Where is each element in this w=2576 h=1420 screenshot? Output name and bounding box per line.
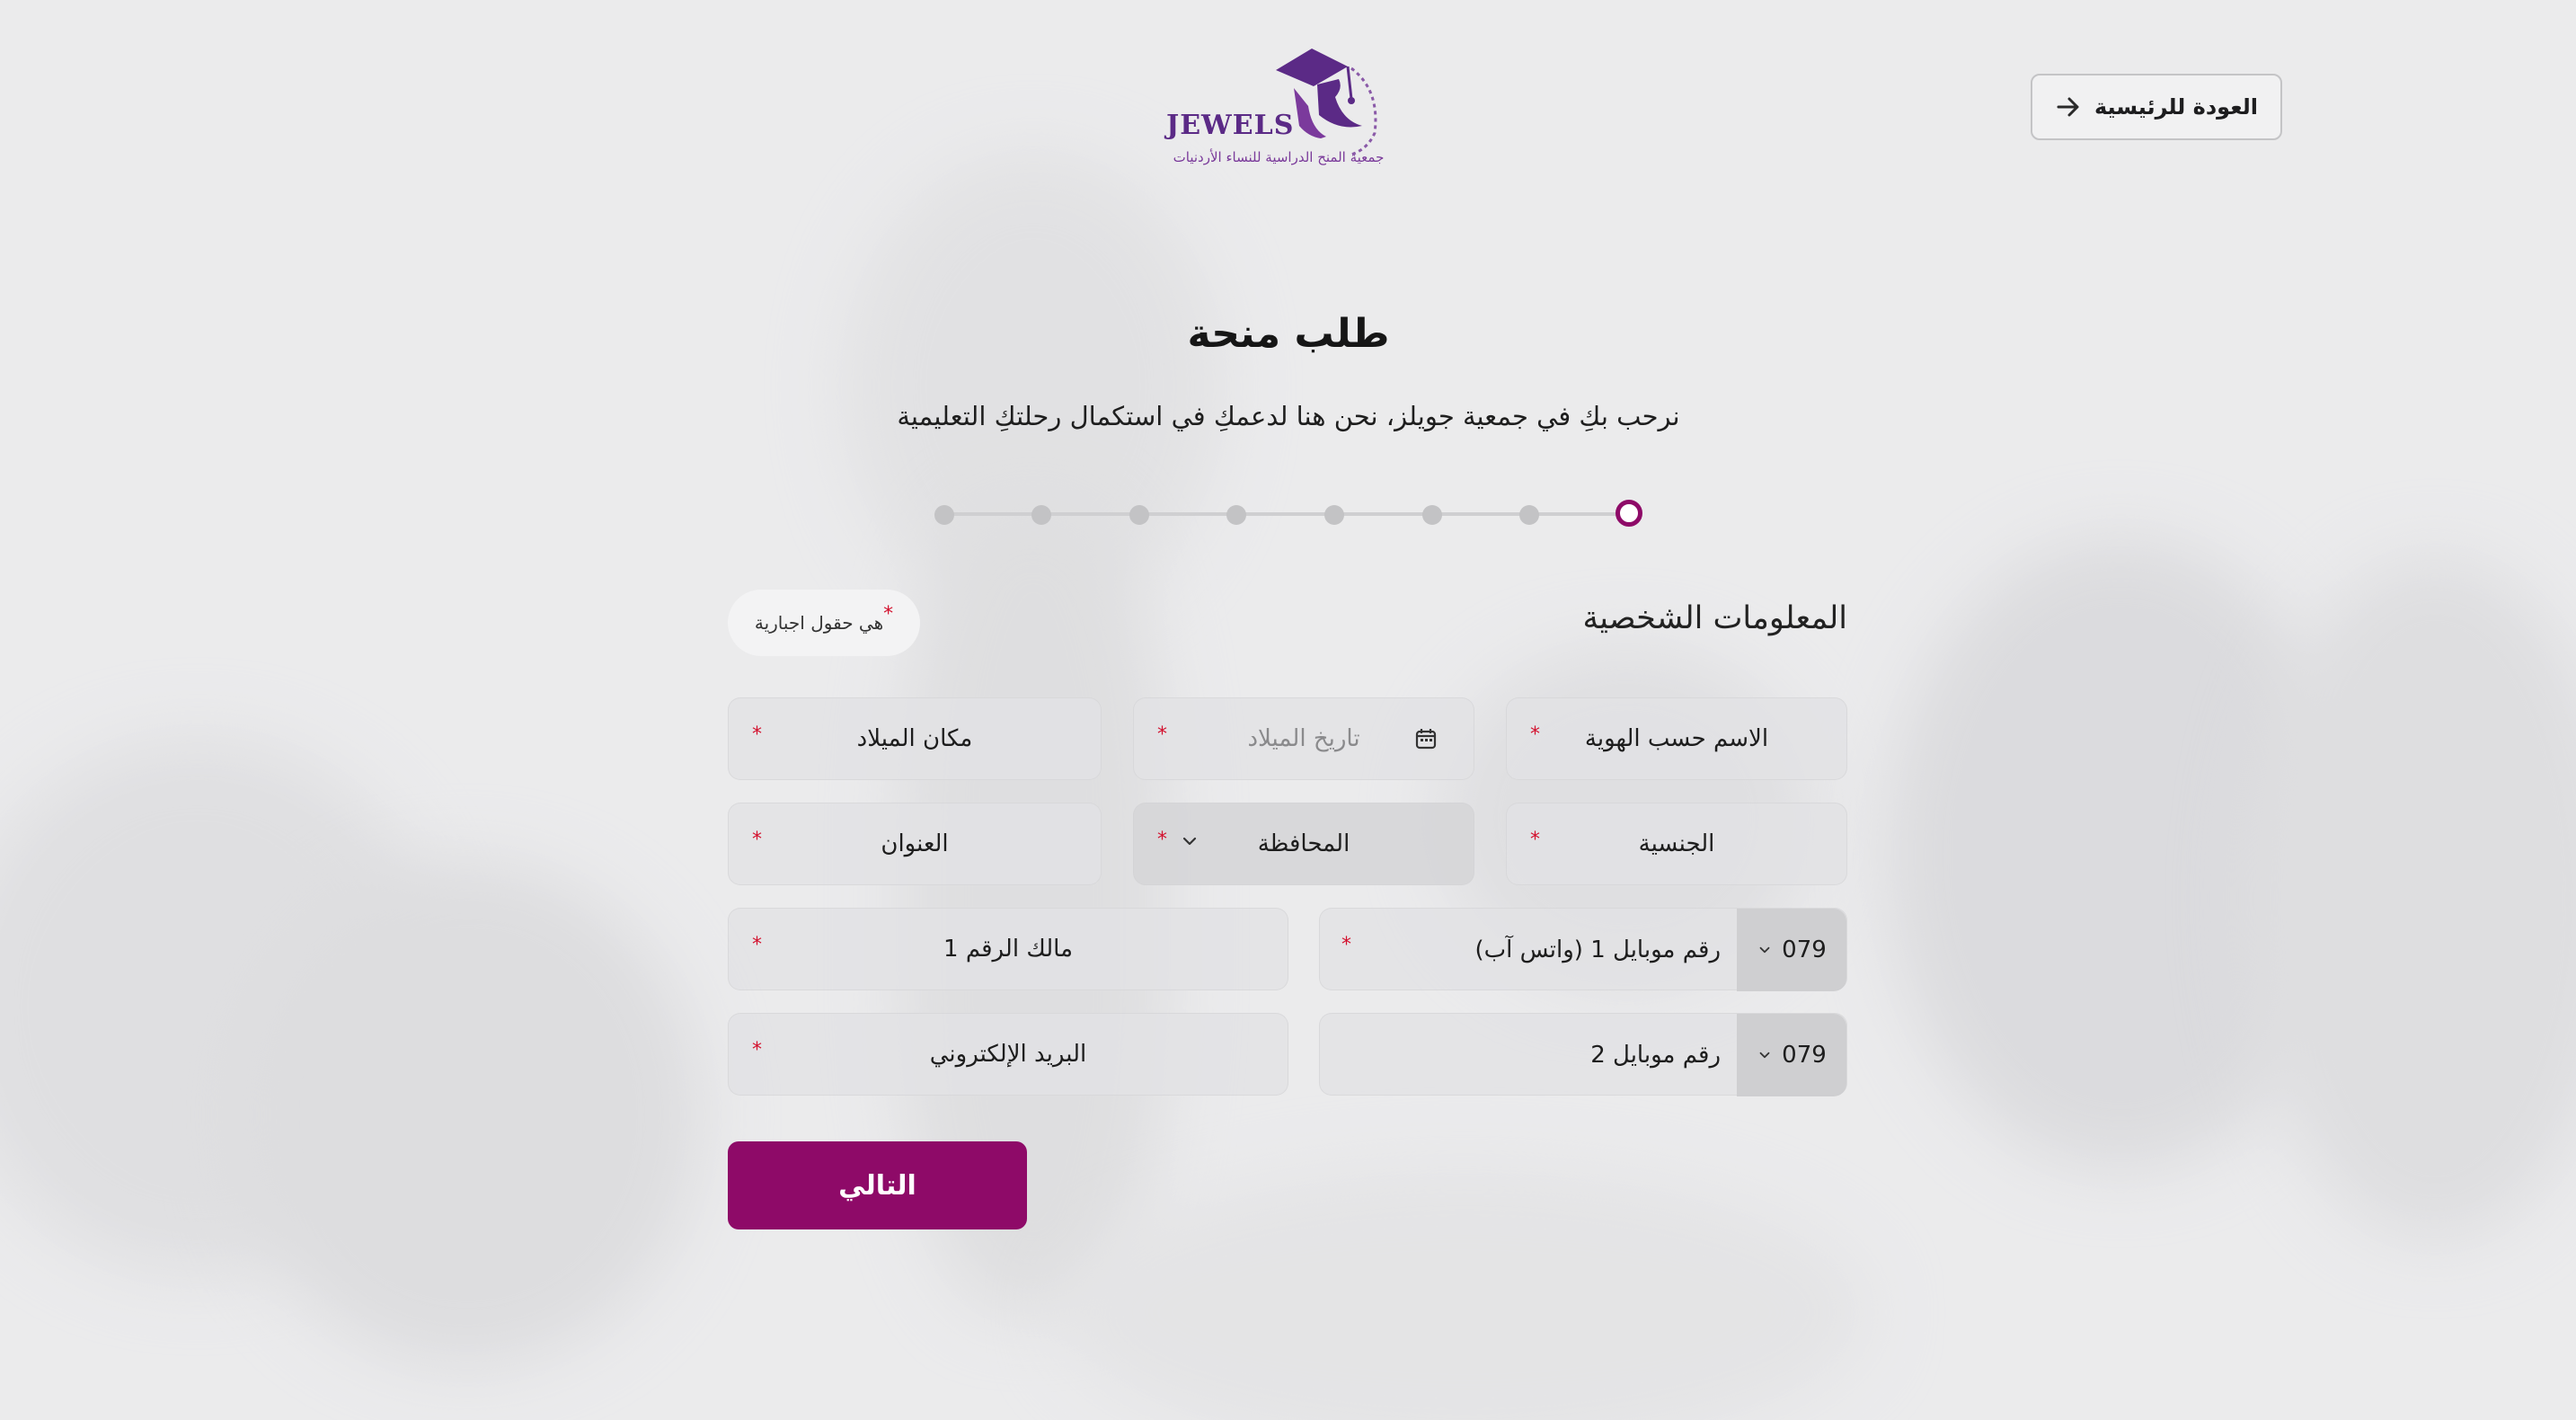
application-page: JEWELS جمعية المنح الدراسية للنساء الأرد… [0,0,2576,1420]
birth-place-label: مكان الميلاد [856,725,973,752]
required-asterisk: * [1530,829,1540,851]
address-field[interactable]: العنوان * [728,803,1102,885]
nationality-field[interactable]: الجنسية * [1506,803,1847,885]
required-fields-note: * هي حقول اجبارية [728,590,920,656]
birth-date-field[interactable]: تاريخ الميلاد * [1133,697,1474,780]
step-dot-6 [1129,505,1149,525]
logo-wordmark: JEWELS [1166,110,1295,141]
mobile-1-code: 079 [1782,936,1827,963]
address-label: العنوان [881,830,949,857]
full-name-field[interactable]: الاسم حسب الهوية * [1506,697,1847,780]
step-dot-3 [1422,505,1442,525]
mobile-1-field[interactable]: 079 رقم موبايل 1 (واتس آب) * [1319,908,1847,991]
section-title-personal-info: المعلومات الشخصية [1582,600,1847,636]
mobile-1-label: رقم موبايل 1 (واتس آب) [1474,936,1722,963]
page-title: طلب منحة [1187,311,1390,357]
birth-date-placeholder: تاريخ الميلاد [1247,725,1360,752]
chevron-down-icon [1759,946,1770,954]
chevron-down-icon [1759,1052,1770,1059]
jewels-logo[interactable]: JEWELS جمعية المنح الدراسية للنساء الأرد… [1159,43,1393,178]
logo-tagline: جمعية المنح الدراسية للنساء الأردنيات [1173,149,1385,165]
required-asterisk: * [752,934,762,956]
number-owner-1-field[interactable]: مالك الرقم 1 * [728,908,1288,990]
nationality-label: الجنسية [1638,830,1715,857]
email-field[interactable]: البريد الإلكتروني * [728,1013,1288,1096]
chevron-down-icon [1182,837,1197,846]
required-asterisk: * [883,602,894,626]
required-asterisk: * [1157,829,1167,851]
required-asterisk: * [1530,723,1540,746]
step-dot-7 [1031,505,1051,525]
number-owner-1-label: مالك الرقم 1 [943,936,1073,963]
mobile-1-code-select[interactable]: 079 [1737,909,1846,991]
birth-place-field[interactable]: مكان الميلاد * [728,697,1102,780]
step-dot-1-current [1616,500,1642,527]
page-subtitle: نرحب بكِ في جمعية جويلز، نحن هنا لدعمكِ … [897,401,1680,431]
required-asterisk: * [752,1039,762,1061]
required-note-text: هي حقول اجبارية [754,612,884,634]
mobile-2-code: 079 [1782,1042,1827,1069]
required-asterisk: * [752,829,762,851]
required-asterisk: * [1157,723,1167,746]
back-button-label: العودة للرئيسية [2094,94,2258,120]
back-to-home-button[interactable]: العودة للرئيسية [2031,74,2282,140]
step-dot-5 [1226,505,1246,525]
required-asterisk: * [1341,934,1351,956]
step-dot-8 [934,505,954,525]
step-dot-2 [1519,505,1539,525]
full-name-label: الاسم حسب الهوية [1584,725,1769,752]
governorate-select[interactable]: المحافظة * [1133,803,1474,885]
email-label: البريد الإلكتروني [929,1041,1087,1068]
mobile-2-field[interactable]: 079 رقم موبايل 2 [1319,1013,1847,1096]
step-dot-4 [1324,505,1344,525]
progress-stepper [934,500,1644,528]
required-asterisk: * [752,723,762,746]
arrow-right-icon [2057,97,2079,117]
mobile-2-code-select[interactable]: 079 [1737,1014,1846,1096]
mobile-2-label: رقم موبايل 2 [1590,1042,1721,1069]
next-button[interactable]: التالي [728,1141,1027,1229]
